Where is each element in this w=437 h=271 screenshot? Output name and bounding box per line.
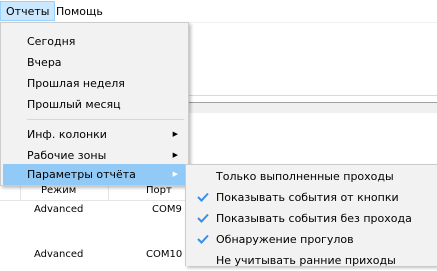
menu-item-yesterday[interactable]: Вчера	[3, 52, 186, 73]
submenu-arrow-icon: ▶	[172, 130, 178, 138]
menu-item-label: Рабочие зоны	[27, 149, 107, 162]
menu-item-last-week[interactable]: Прошлая неделя	[3, 73, 186, 94]
reports-dropdown-menu: Сегодня Вчера Прошлая неделя Прошлый мес…	[0, 22, 189, 186]
menu-help[interactable]: Помощь	[50, 1, 109, 21]
table-cell-port: COM9	[152, 204, 182, 215]
submenu-arrow-icon: ▶	[172, 170, 178, 178]
submenu-item-label: Показывать события от кнопки	[216, 191, 399, 204]
submenu-item-only-completed[interactable]: Только выполненные проходы	[188, 166, 436, 187]
menu-item-label: Прошлый месяц	[27, 98, 121, 111]
submenu-item-label: Не учитывать ранние приходы	[216, 254, 396, 267]
menu-item-label: Параметры отчёта	[27, 168, 136, 181]
menu-item-report-params[interactable]: Параметры отчёта ▶	[3, 164, 186, 185]
submenu-item-label: Обнаружение прогулов	[216, 233, 354, 246]
submenu-arrow-icon: ▶	[172, 151, 178, 159]
table-cell-mode: Advanced	[34, 204, 84, 215]
menu-item-label: Инф. колонки	[27, 128, 107, 141]
check-icon	[197, 208, 209, 229]
menu-item-label: Сегодня	[27, 35, 76, 48]
submenu-item-absence-detection[interactable]: Обнаружение прогулов	[188, 229, 436, 250]
menu-item-label: Прошлая неделя	[27, 77, 125, 90]
submenu-item-ignore-early-arrivals[interactable]: Не учитывать ранние приходы	[188, 250, 436, 271]
menu-item-label: Вчера	[27, 56, 62, 69]
menu-reports[interactable]: Отчеты	[0, 1, 56, 21]
menu-item-work-zones[interactable]: Рабочие зоны ▶	[3, 145, 186, 166]
table-cell-mode: Advanced	[34, 249, 84, 260]
menubar: Отчеты Помощь	[0, 0, 437, 23]
submenu-item-label: Показывать события без прохода	[216, 212, 412, 225]
report-params-submenu: Только выполненные проходы Показывать со…	[185, 164, 437, 267]
table-cell-port: COM10	[146, 249, 183, 260]
check-icon	[197, 187, 209, 208]
menu-separator	[27, 119, 184, 120]
menu-item-today[interactable]: Сегодня	[3, 31, 186, 52]
divider	[182, 95, 437, 96]
submenu-item-label: Только выполненные проходы	[216, 170, 394, 183]
menu-item-info-columns[interactable]: Инф. колонки ▶	[3, 124, 186, 145]
submenu-item-show-button-events[interactable]: Показывать события от кнопки	[188, 187, 436, 208]
menu-item-last-month[interactable]: Прошлый месяц	[3, 94, 186, 115]
check-icon	[197, 229, 209, 250]
toolbar-strip	[182, 103, 437, 113]
submenu-item-show-no-pass-events[interactable]: Показывать события без прохода	[188, 208, 436, 229]
